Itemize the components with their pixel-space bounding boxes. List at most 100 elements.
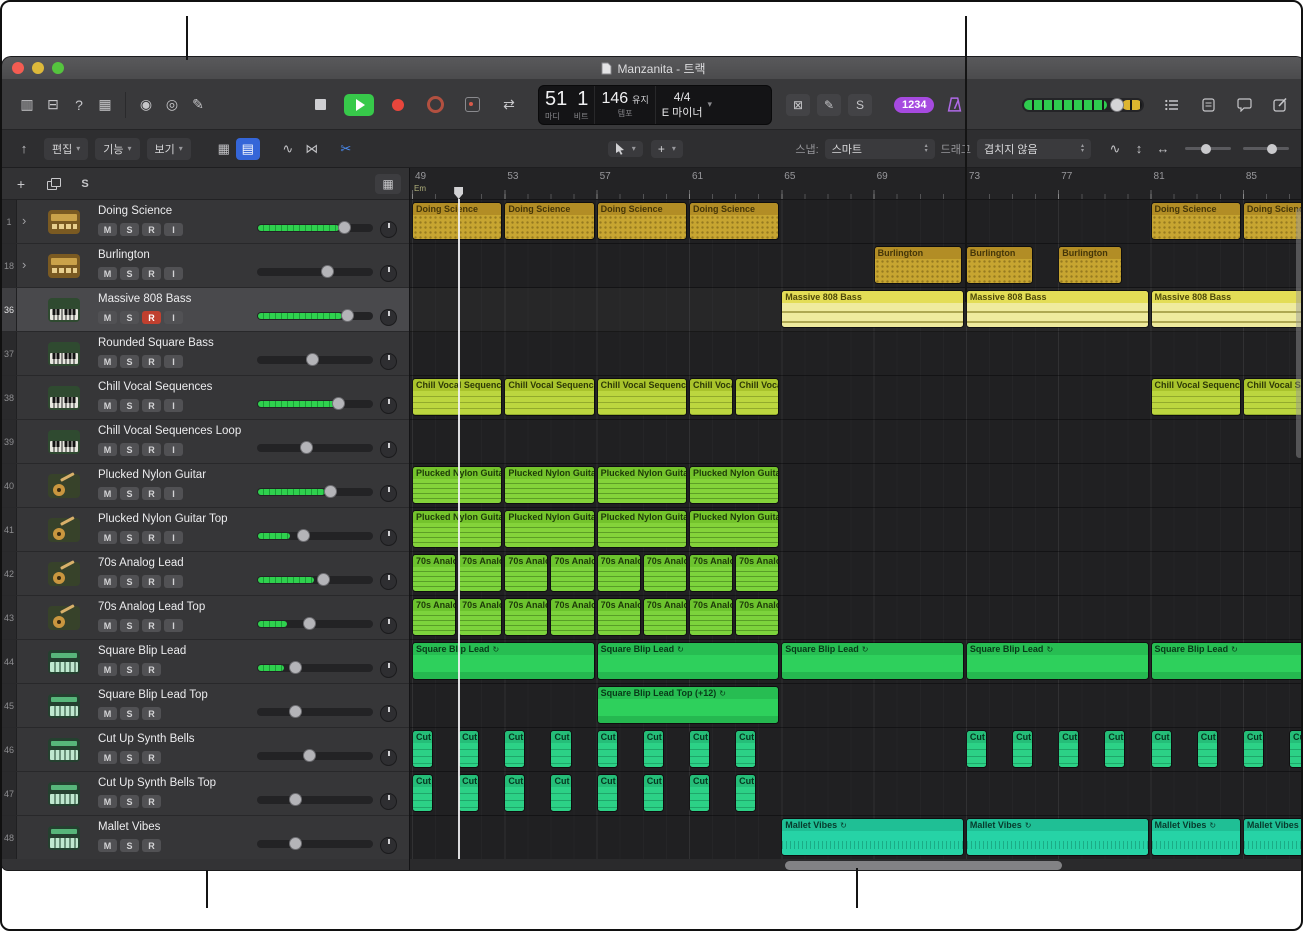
region[interactable]: Square Blip Lead↻: [781, 642, 964, 680]
track-name[interactable]: Rounded Square Bass: [98, 337, 214, 349]
region[interactable]: Square Blip Lead↻: [1151, 642, 1303, 680]
solo-button[interactable]: S: [120, 531, 139, 544]
pan-knob[interactable]: [380, 485, 397, 502]
track-name[interactable]: Chill Vocal Sequences Loop: [98, 425, 241, 437]
record-enable-button[interactable]: R: [142, 487, 161, 500]
media-browser-button[interactable]: [1267, 93, 1293, 117]
region[interactable]: 70s Analog Lead: [597, 554, 641, 592]
lcd-display[interactable]: 51 1 마디 비트 146 유지 템포: [538, 85, 772, 125]
title-bar[interactable]: Manzanita - 트랙: [2, 57, 1303, 80]
mute-button[interactable]: M: [98, 399, 117, 412]
region[interactable]: Cut: [1058, 730, 1079, 768]
record-enable-button[interactable]: R: [142, 663, 161, 676]
track-name[interactable]: Square Blip Lead: [98, 645, 186, 657]
track-icon-guitar[interactable]: [46, 471, 82, 501]
record-enable-button[interactable]: R: [142, 355, 161, 368]
track-header-48[interactable]: 48Mallet VibesMSR: [2, 816, 409, 859]
input-monitor-button[interactable]: I: [164, 619, 183, 632]
track-lane-36[interactable]: Massive 808 BassMassive 808 BassMassive …: [410, 288, 1303, 332]
region[interactable]: Cut: [1104, 730, 1125, 768]
inspector-button[interactable]: ⊟: [40, 93, 66, 117]
record-enable-button[interactable]: R: [142, 311, 161, 324]
track-icon-keys[interactable]: [46, 339, 82, 369]
volume-slider-knob[interactable]: [317, 573, 330, 586]
library-button[interactable]: ▥: [14, 93, 40, 117]
disclosure-chevron-icon[interactable]: ›: [22, 257, 26, 272]
track-lane-38[interactable]: Chill Vocal Sequences Chill Vocal Sequenc…: [410, 376, 1303, 420]
region[interactable]: 70s Analog Lead Top: [458, 598, 502, 636]
track-lane-37[interactable]: [410, 332, 1303, 376]
track-header-37[interactable]: 37Rounded Square BassMSRI: [2, 332, 409, 376]
volume-slider-knob[interactable]: [321, 265, 334, 278]
region[interactable]: Mallet Vibes↻: [966, 818, 1149, 856]
minimize-button[interactable]: [32, 62, 44, 74]
replace-button[interactable]: [459, 93, 485, 117]
volume-slider-knob[interactable]: [338, 221, 351, 234]
automation-button[interactable]: ∿: [276, 138, 300, 160]
track-icon-guitar[interactable]: [46, 603, 82, 633]
region[interactable]: Plucked Nylon Guitar Top: [597, 510, 687, 548]
solo-mode-button[interactable]: S: [848, 94, 872, 116]
region[interactable]: Chill Vocal Sequences: [1151, 378, 1241, 416]
region[interactable]: Chill Vocal Sequences: [689, 378, 733, 416]
region[interactable]: Cut: [550, 730, 571, 768]
region[interactable]: Cut: [689, 774, 710, 812]
record-enable-button[interactable]: R: [142, 619, 161, 632]
track-icon-guitar[interactable]: [46, 559, 82, 589]
volume-slider-knob[interactable]: [303, 749, 316, 762]
track-lane-41[interactable]: Plucked Nylon Guitar TopPlucked Nylon Gu…: [410, 508, 1303, 552]
pan-knob[interactable]: [380, 617, 397, 634]
edit-menu[interactable]: 편집▾: [44, 138, 88, 160]
solo-button[interactable]: S: [120, 267, 139, 280]
region[interactable]: Cut: [643, 774, 664, 812]
input-monitor-button[interactable]: I: [164, 267, 183, 280]
volume-slider[interactable]: [257, 268, 373, 276]
volume-slider-knob[interactable]: [297, 529, 310, 542]
region[interactable]: 70s Analog Lead Top: [504, 598, 548, 636]
volume-slider-knob[interactable]: [324, 485, 337, 498]
region[interactable]: 70s Analog Lead Top: [597, 598, 641, 636]
input-monitor-button[interactable]: I: [164, 531, 183, 544]
volume-slider[interactable]: [257, 400, 373, 408]
master-volume-slider[interactable]: [1022, 98, 1144, 112]
solo-button[interactable]: S: [120, 619, 139, 632]
solo-button[interactable]: S: [120, 751, 139, 764]
mute-button[interactable]: M: [98, 487, 117, 500]
track-name[interactable]: Cut Up Synth Bells Top: [98, 777, 216, 789]
region[interactable]: Chill Vocal Sequences: [504, 378, 594, 416]
track-view-button[interactable]: ▤: [236, 138, 260, 160]
track-lane-47[interactable]: CutCutCutCutCutCutCutCut: [410, 772, 1303, 816]
solo-button[interactable]: S: [120, 487, 139, 500]
command-click-tool-menu[interactable]: + ▾: [651, 140, 683, 158]
metronome-button[interactable]: [942, 94, 966, 116]
region[interactable]: 70s Analog Lead Top: [643, 598, 687, 636]
solo-button[interactable]: S: [120, 575, 139, 588]
region[interactable]: Cut: [1151, 730, 1172, 768]
region[interactable]: Plucked Nylon Guitar Top: [504, 510, 594, 548]
region[interactable]: Cut: [458, 730, 479, 768]
pan-knob[interactable]: [380, 353, 397, 370]
volume-slider-knob[interactable]: [289, 705, 302, 718]
region[interactable]: Doing Science: [504, 202, 594, 240]
volume-slider[interactable]: [257, 488, 373, 496]
track-header-18[interactable]: 18›BurlingtonMSRI: [2, 244, 409, 288]
close-button[interactable]: [12, 62, 24, 74]
volume-slider-knob[interactable]: [341, 309, 354, 322]
region[interactable]: 70s Analog Lead Top: [412, 598, 456, 636]
track-lane-44[interactable]: Square Blip Lead↻Square Blip Lead↻Square…: [410, 640, 1303, 684]
region[interactable]: 70s Analog Lead: [643, 554, 687, 592]
toolbar-toggle-button[interactable]: ▦: [92, 93, 118, 117]
track-header-42[interactable]: 4270s Analog LeadMSRI: [2, 552, 409, 596]
region[interactable]: 70s Analog Lead: [504, 554, 548, 592]
track-name[interactable]: Chill Vocal Sequences: [98, 381, 212, 393]
quick-help-button[interactable]: ?: [66, 93, 92, 117]
region[interactable]: 70s Analog Lead Top: [689, 598, 733, 636]
region[interactable]: Doing Science: [597, 202, 687, 240]
add-track-button[interactable]: +: [10, 174, 32, 194]
region[interactable]: Burlington: [874, 246, 962, 284]
record-enable-button[interactable]: R: [142, 751, 161, 764]
mute-button[interactable]: M: [98, 839, 117, 852]
region[interactable]: Burlington: [1058, 246, 1122, 284]
input-monitor-button[interactable]: I: [164, 575, 183, 588]
pan-knob[interactable]: [380, 573, 397, 590]
